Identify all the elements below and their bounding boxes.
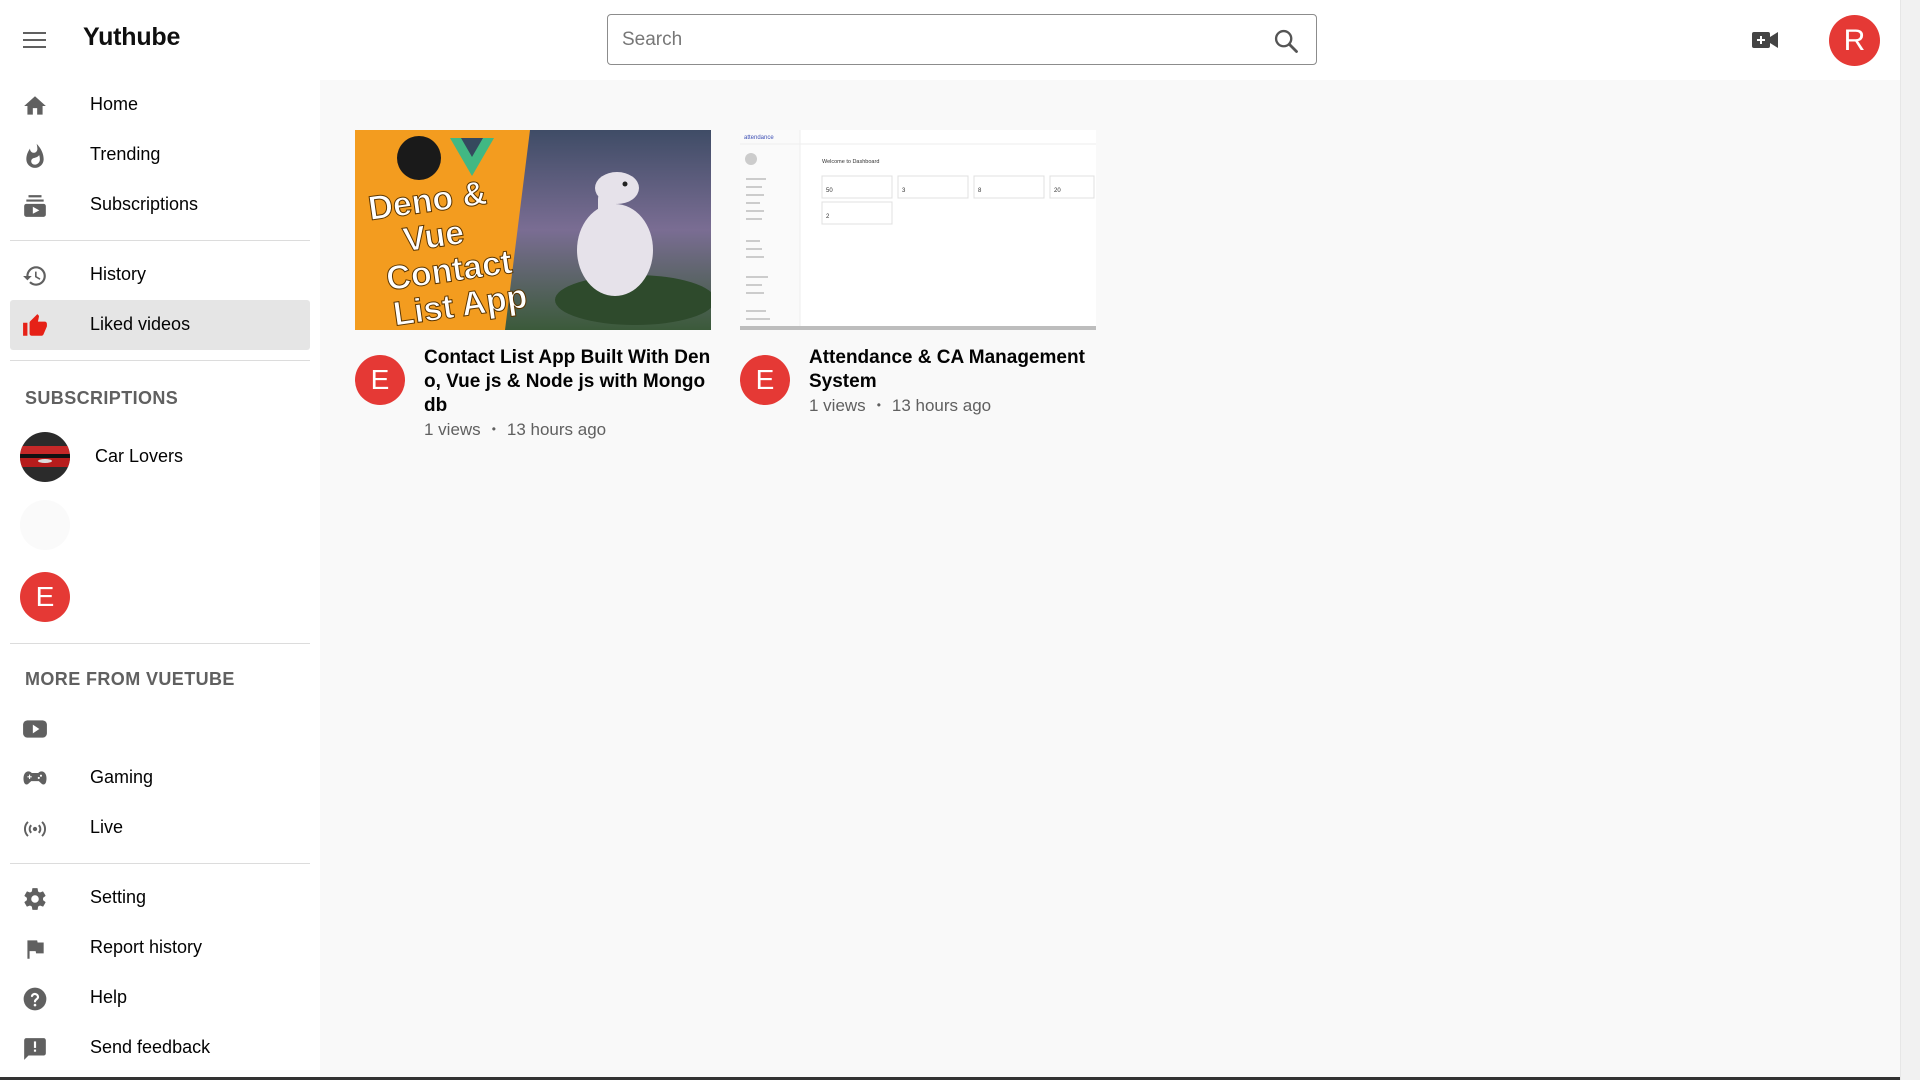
view-count: 1 views (424, 420, 481, 439)
subscriptions-heading: SUBSCRIPTIONS (25, 388, 179, 408)
subscription-item-e[interactable]: E (10, 566, 310, 628)
app-logo[interactable]: Yuthube (83, 23, 180, 52)
search-input[interactable] (622, 27, 1222, 53)
sidebar-item-label: History (90, 264, 147, 284)
subscription-item-car-lovers[interactable]: Car Lovers (10, 426, 310, 488)
sidebar-item-send-feedback[interactable]: Send feedback (10, 1023, 310, 1073)
video-meta: 1 views • 13 hours ago (809, 396, 992, 415)
sidebar-item-report-history[interactable]: Report history (10, 923, 310, 973)
sidebar-item-gaming[interactable]: Gaming (10, 753, 310, 803)
sidebar-item-label: Subscriptions (90, 194, 199, 214)
channel-avatar (20, 432, 70, 482)
search-icon[interactable] (1272, 27, 1300, 55)
video-thumbnail[interactable]: attendance Welcome to Dashboard 50 3 8 2… (740, 130, 1096, 330)
fire-icon (26, 143, 44, 168)
top-header: Yuthube R (0, 0, 1900, 80)
sidebar-item-home[interactable]: Home (10, 80, 310, 130)
sidebar-item-liked-videos[interactable]: Liked videos (10, 300, 310, 350)
sidebar-item-youtube[interactable] (10, 703, 310, 753)
sidebar-divider (10, 360, 310, 361)
hamburger-menu-icon[interactable] (20, 28, 50, 52)
upload-age: 13 hours ago (891, 396, 992, 415)
history-icon (23, 266, 46, 286)
feedback-icon (24, 1038, 46, 1060)
video-thumbnail[interactable]: Deno & Vue Contact List App (355, 130, 711, 330)
sidebar-item-label: Home (90, 94, 139, 114)
gear-icon (24, 888, 46, 910)
sidebar-item-setting[interactable]: Setting (10, 873, 310, 923)
sidebar-item-history[interactable]: History (10, 250, 310, 300)
sidebar: Home Trending Subscriptions History Like… (0, 80, 320, 1080)
channel-avatar[interactable]: E (355, 355, 405, 405)
sidebar-item-label: Liked videos (90, 314, 191, 334)
sidebar-item-label: Help (90, 987, 128, 1007)
upload-age: 13 hours ago (506, 420, 607, 439)
subscription-label: Car Lovers (95, 446, 184, 466)
sidebar-divider (10, 240, 310, 241)
sidebar-item-subscriptions[interactable]: Subscriptions (10, 180, 310, 230)
video-meta: 1 views • 13 hours ago (424, 420, 607, 439)
channel-avatar: E (20, 572, 70, 622)
sidebar-item-label: Live (90, 817, 124, 837)
page-scrollbar[interactable] (1900, 0, 1920, 1080)
video-title[interactable]: Attendance & CA Management System (809, 346, 1099, 394)
sidebar-item-label: Report history (90, 937, 203, 957)
view-count: 1 views (809, 396, 866, 415)
sidebar-divider (10, 863, 310, 864)
sidebar-item-label: Gaming (90, 767, 154, 787)
sidebar-item-label: Setting (90, 887, 147, 907)
home-icon (24, 96, 46, 115)
subscriptions-icon (24, 195, 46, 217)
thumbnail-text: 20 (1054, 188, 1061, 194)
search-box (607, 14, 1317, 65)
youtube-icon (23, 720, 47, 738)
help-icon (23, 987, 47, 1011)
sidebar-item-trending[interactable]: Trending (10, 130, 310, 180)
sidebar-item-live[interactable]: Live (10, 803, 310, 853)
live-icon (24, 821, 46, 837)
channel-avatar (20, 500, 70, 550)
channel-avatar[interactable]: E (740, 355, 790, 405)
thumbnail-text: attendance (744, 135, 774, 141)
flag-icon (27, 940, 44, 959)
thumbnail-text: Welcome to Dashboard (822, 159, 879, 165)
subscription-item[interactable] (10, 494, 310, 556)
more-from-heading: MORE FROM VUETUBE (25, 669, 235, 689)
video-camera-add-icon[interactable] (1751, 28, 1779, 52)
thumbnail-text: 50 (826, 188, 833, 194)
sidebar-item-label: Trending (90, 144, 161, 164)
user-avatar[interactable]: R (1829, 15, 1880, 66)
video-title[interactable]: Contact List App Built With Deno, Vue js… (424, 346, 714, 418)
thumbs-up-icon (23, 314, 47, 336)
gamepad-icon (23, 771, 47, 785)
sidebar-item-help[interactable]: Help (10, 973, 310, 1023)
sidebar-item-label: Send feedback (90, 1037, 211, 1057)
sidebar-divider (10, 643, 310, 644)
